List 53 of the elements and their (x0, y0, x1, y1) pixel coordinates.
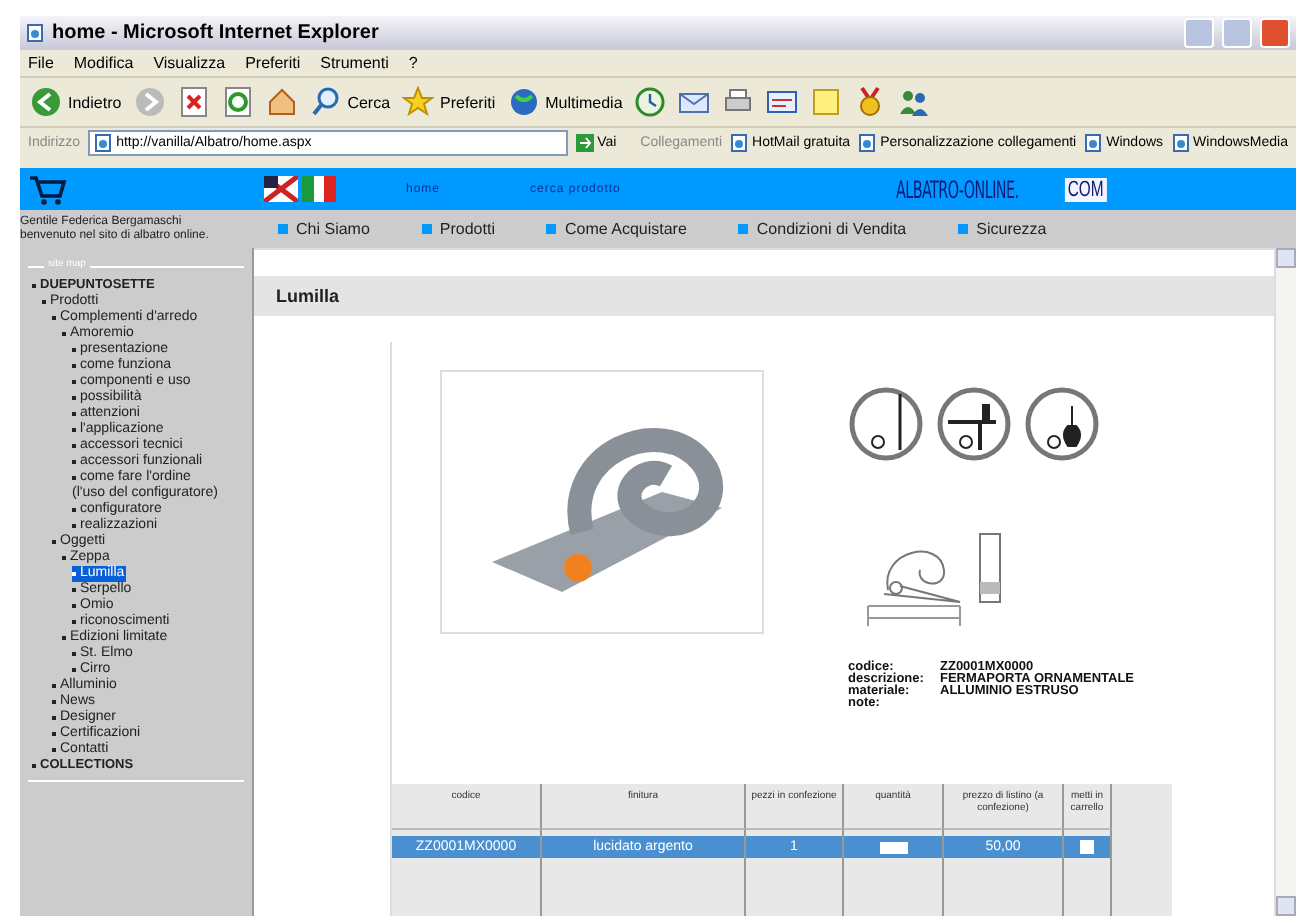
page-icon (858, 133, 877, 151)
menu-item[interactable]: Preferiti (245, 54, 301, 72)
quantity-field[interactable] (879, 841, 907, 853)
menu-item[interactable]: File (28, 54, 54, 72)
star-icon (402, 86, 435, 118)
toolbar-button[interactable]: Multimedia (507, 86, 623, 118)
scrollbar[interactable] (1274, 248, 1296, 916)
page-icon (1084, 133, 1103, 151)
page-icon (26, 24, 44, 42)
toolbar-button[interactable] (177, 86, 210, 118)
search-icon (309, 86, 342, 118)
home-icon (265, 86, 298, 118)
nav-link[interactable]: Prodotti (421, 220, 495, 238)
menu-item[interactable]: Visualizza (153, 54, 226, 72)
logo-text: ALBATRO-ONLINE. (896, 175, 1020, 203)
cart-checkbox[interactable] (1080, 840, 1094, 854)
cart-icon[interactable] (28, 173, 68, 205)
toolbar-button[interactable]: Indietro (30, 86, 122, 118)
arrow-left-icon (30, 86, 62, 118)
menu-item[interactable]: Strumenti (320, 54, 389, 72)
page-title: Lumilla (276, 286, 340, 306)
clock-icon (634, 86, 667, 118)
arrow-right-icon (575, 133, 594, 151)
close-icon (177, 86, 210, 118)
window-title: home - Microsoft Internet Explorer (52, 22, 381, 44)
nav-link[interactable]: Chi Siamo (278, 220, 370, 238)
toolbar-button[interactable] (898, 86, 931, 118)
globe-icon (507, 86, 540, 118)
toolbar-button[interactable] (221, 86, 254, 118)
vase-icon (1024, 386, 1100, 462)
arrow-right-icon (133, 86, 166, 118)
page-icon (730, 133, 749, 151)
nav-link[interactable]: Come Acquistare (546, 220, 687, 238)
logo-text: COM (1065, 177, 1108, 201)
wall-icon (848, 386, 924, 462)
toolbar-button[interactable]: Cerca (309, 86, 391, 118)
flag-icon[interactable] (264, 176, 298, 202)
page-icon (1171, 133, 1190, 151)
close-button[interactable] (1260, 18, 1290, 48)
toolbar-button[interactable] (766, 86, 799, 118)
nav-link[interactable]: Condizioni di Vendita (738, 220, 907, 238)
refresh-icon (221, 86, 254, 118)
page-icon (94, 133, 113, 151)
toolbar-button[interactable] (634, 86, 667, 118)
menu-item[interactable]: ? (408, 54, 418, 72)
menu-item[interactable]: Modifica (73, 54, 134, 72)
toolbar-button[interactable] (265, 86, 298, 118)
toolbar-button[interactable]: Preferiti (402, 86, 496, 118)
document-icon (766, 86, 799, 118)
note-icon (810, 86, 843, 118)
people-icon (898, 86, 931, 118)
nav-link[interactable]: Sicurezza (958, 220, 1047, 238)
shelf-icon (936, 386, 1012, 462)
